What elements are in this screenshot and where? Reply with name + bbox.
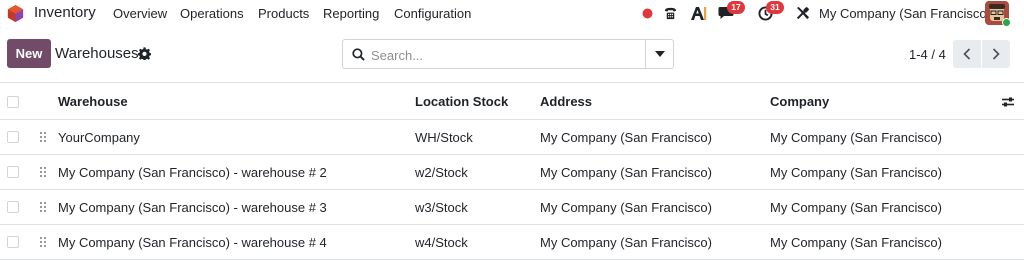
- record-dot-icon[interactable]: [641, 4, 653, 22]
- search-icon: [352, 48, 365, 61]
- table-row[interactable]: YourCompany WH/Stock My Company (San Fra…: [0, 120, 1024, 155]
- menu-products[interactable]: Products: [258, 6, 309, 21]
- cell-warehouse[interactable]: My Company (San Francisco) - warehouse #…: [58, 190, 327, 224]
- cell-location-stock[interactable]: WH/Stock: [415, 120, 473, 154]
- select-all-checkbox[interactable]: [7, 95, 19, 108]
- cell-location-stock[interactable]: w3/Stock: [415, 190, 468, 224]
- ai-icon[interactable]: [689, 4, 707, 22]
- pager-value[interactable]: 1-4 / 4: [909, 47, 946, 62]
- cell-address[interactable]: My Company (San Francisco): [540, 225, 712, 259]
- clock-icon[interactable]: 31: [756, 1, 784, 22]
- cell-warehouse[interactable]: My Company (San Francisco) - warehouse #…: [58, 155, 327, 189]
- drag-handle-icon[interactable]: [39, 236, 47, 248]
- cell-address[interactable]: My Company (San Francisco): [540, 155, 712, 189]
- drag-handle-icon[interactable]: [39, 131, 47, 143]
- optional-columns-icon[interactable]: [1001, 95, 1015, 109]
- cell-company[interactable]: My Company (San Francisco): [770, 190, 942, 224]
- drag-handle-icon[interactable]: [39, 166, 47, 178]
- cell-address[interactable]: My Company (San Francisco): [540, 190, 712, 224]
- column-header-warehouse[interactable]: Warehouse: [58, 84, 128, 119]
- inventory-app-icon[interactable]: [6, 4, 25, 23]
- activities-badge: 31: [766, 1, 784, 14]
- warehouse-list: Warehouse Location Stock Address Company…: [0, 84, 1024, 260]
- top-navbar: Inventory Overview Operations Products R…: [0, 0, 1024, 27]
- table-header-row: Warehouse Location Stock Address Company: [0, 84, 1024, 120]
- search-bar: [342, 39, 674, 69]
- column-header-address[interactable]: Address: [540, 84, 592, 119]
- search-options-toggle[interactable]: [645, 40, 673, 68]
- caret-down-icon: [654, 51, 665, 57]
- messages-badge: 17: [727, 1, 745, 14]
- cell-company[interactable]: My Company (San Francisco): [770, 120, 942, 154]
- phone-icon[interactable]: [662, 4, 678, 22]
- search-input[interactable]: [371, 46, 636, 64]
- cell-location-stock[interactable]: w4/Stock: [415, 225, 468, 259]
- cell-location-stock[interactable]: w2/Stock: [415, 155, 468, 189]
- cell-address[interactable]: My Company (San Francisco): [540, 120, 712, 154]
- column-header-company[interactable]: Company: [770, 84, 829, 119]
- row-checkbox[interactable]: [7, 201, 19, 213]
- column-header-location-stock[interactable]: Location Stock: [415, 84, 508, 119]
- table-row[interactable]: My Company (San Francisco) - warehouse #…: [0, 190, 1024, 225]
- row-checkbox[interactable]: [7, 236, 19, 248]
- chevron-right-icon: [992, 48, 1000, 60]
- new-button[interactable]: New: [7, 39, 51, 68]
- cell-company[interactable]: My Company (San Francisco): [770, 155, 942, 189]
- cell-warehouse[interactable]: My Company (San Francisco) - warehouse #…: [58, 225, 327, 259]
- menu-configuration[interactable]: Configuration: [394, 6, 471, 21]
- company-switcher[interactable]: My Company (San Francisco): [819, 6, 991, 21]
- menu-overview[interactable]: Overview: [113, 6, 167, 21]
- pager-previous-button[interactable]: [953, 40, 981, 68]
- chevron-left-icon: [963, 48, 971, 60]
- user-avatar[interactable]: [985, 1, 1011, 27]
- table-row[interactable]: My Company (San Francisco) - warehouse #…: [0, 155, 1024, 190]
- menu-operations[interactable]: Operations: [180, 6, 244, 21]
- page-title[interactable]: Warehouses: [55, 45, 139, 62]
- row-checkbox[interactable]: [7, 166, 19, 178]
- menu-reporting[interactable]: Reporting: [323, 6, 379, 21]
- cell-company[interactable]: My Company (San Francisco): [770, 225, 942, 259]
- drag-handle-icon[interactable]: [39, 201, 47, 213]
- cell-warehouse[interactable]: YourCompany: [58, 120, 140, 154]
- table-row[interactable]: My Company (San Francisco) - warehouse #…: [0, 225, 1024, 260]
- app-name[interactable]: Inventory: [34, 4, 96, 21]
- chat-icon[interactable]: 17: [717, 1, 745, 22]
- control-panel: New Warehouses 1-4 / 4: [0, 26, 1024, 83]
- row-checkbox[interactable]: [7, 131, 19, 143]
- pager-next-button[interactable]: [982, 40, 1010, 68]
- tools-icon[interactable]: [794, 4, 810, 22]
- gear-icon[interactable]: [138, 47, 151, 60]
